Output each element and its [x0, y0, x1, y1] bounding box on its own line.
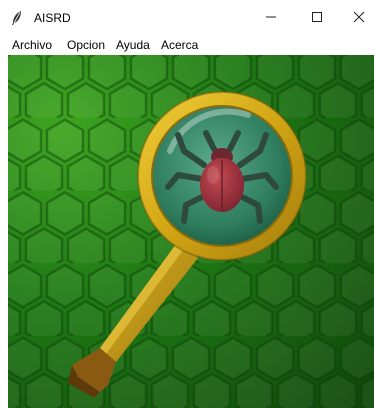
feather-icon: [10, 10, 24, 26]
title-bar[interactable]: AISRD: [0, 0, 374, 36]
app-window: AISRD Archivo Opcion Ayuda Acerca: [0, 0, 374, 408]
maximize-button[interactable]: [294, 0, 340, 36]
menu-archivo[interactable]: Archivo: [12, 38, 52, 52]
menu-bar: Archivo Opcion Ayuda Acerca: [0, 36, 374, 54]
menu-acerca[interactable]: Acerca: [161, 38, 198, 52]
splash-image: [8, 55, 374, 408]
minimize-icon: [265, 10, 277, 26]
menu-opcion[interactable]: Opcion: [67, 38, 105, 52]
minimize-button[interactable]: [248, 0, 294, 36]
close-icon: [353, 10, 365, 26]
menu-ayuda[interactable]: Ayuda: [116, 38, 150, 52]
maximize-icon: [311, 10, 323, 26]
window-title: AISRD: [34, 11, 71, 25]
close-button[interactable]: [336, 0, 374, 36]
